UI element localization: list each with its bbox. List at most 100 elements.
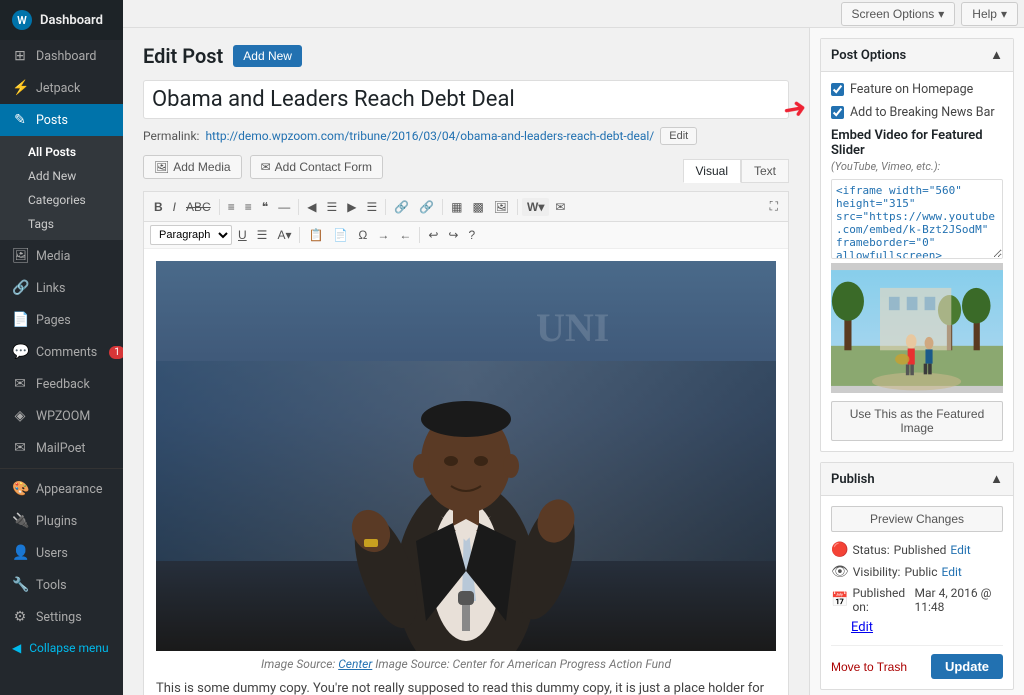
published-edit-link[interactable]: Edit (851, 620, 873, 635)
tb-wordpress[interactable]: W▾ (522, 198, 549, 216)
tb-hr[interactable]: — (274, 197, 294, 217)
tb-blockquote[interactable]: ❝ (258, 197, 272, 217)
help-button[interactable]: Help ▾ (961, 2, 1018, 26)
editor-wrapper: B I ABC ≡ ≡ ❝ — ◀ ☰ ▶ ☰ 🔗 🔗 (143, 191, 789, 695)
sidebar-item-pages[interactable]: 📄 Pages (0, 304, 123, 336)
tb-help-toolbar[interactable]: ? (464, 225, 479, 245)
sidebar-item-dashboard[interactable]: ⊞ Dashboard (0, 40, 123, 72)
page-title: Edit Post (143, 44, 223, 68)
sidebar-item-users[interactable]: 👤 Users (0, 537, 123, 569)
tb-align-left[interactable]: ◀ (303, 197, 320, 217)
sidebar-item-comments[interactable]: 💬 Comments 1 (0, 336, 123, 368)
tab-text[interactable]: Text (741, 159, 789, 183)
breaking-news-checkbox[interactable] (831, 106, 844, 119)
embed-textarea[interactable]: <iframe width="560" height="315" src="ht… (831, 179, 1003, 259)
permalink-edit-button[interactable]: Edit (660, 127, 697, 145)
visibility-edit-link[interactable]: Edit (942, 565, 962, 579)
tab-visual[interactable]: Visual (683, 159, 741, 183)
tb-align-center[interactable]: ☰ (322, 197, 341, 217)
editor-image-container: UNI (156, 261, 776, 671)
paragraph-select[interactable]: Paragraph (150, 225, 232, 245)
users-icon: 👤 (12, 545, 28, 561)
tb-ol[interactable]: ≡ (241, 197, 256, 217)
sidebar-item-label: Pages (36, 313, 71, 328)
tb-redo[interactable]: ↪ (444, 225, 462, 245)
tb-underline[interactable]: U (234, 225, 251, 245)
tb-align-right[interactable]: ▶ (343, 197, 360, 217)
breaking-news-row[interactable]: Add to Breaking News Bar (831, 105, 1003, 120)
posts-icon: ✎ (12, 112, 28, 128)
tb-undo[interactable]: ↩ (424, 225, 442, 245)
tb-paste-text[interactable]: 📄 (329, 225, 352, 245)
permalink-url[interactable]: http://demo.wpzoom.com/tribune/2016/03/0… (205, 129, 654, 143)
image-caption-text: Image Source: Center for American Progre… (375, 657, 671, 671)
tb-indent[interactable]: ☰ (253, 225, 272, 245)
plugins-icon: 🔌 (12, 513, 28, 529)
tb-paste[interactable]: 📋 (304, 225, 327, 245)
status-label: Status: (852, 543, 889, 557)
visibility-value: Public (904, 565, 937, 579)
add-new-button[interactable]: Add New (233, 45, 302, 67)
sidebar-item-label: Posts (36, 113, 68, 128)
add-contact-form-button[interactable]: ✉ Add Contact Form (250, 155, 383, 179)
tb-indent-left[interactable]: ← (395, 225, 415, 245)
collapse-menu[interactable]: ◀ Collapse menu (0, 633, 123, 663)
sidebar-sub-tags[interactable]: Tags (0, 212, 123, 236)
tb-table[interactable]: ▦ (447, 197, 466, 217)
obama-image: UNI (156, 261, 776, 651)
editor-toolbar: B I ABC ≡ ≡ ❝ — ◀ ☰ ▶ ☰ 🔗 🔗 (144, 192, 788, 222)
tb-table2[interactable]: ▩ (468, 197, 487, 217)
sidebar-item-settings[interactable]: ⚙ Settings (0, 601, 123, 633)
tb-strikethrough[interactable]: ABC (182, 197, 215, 217)
status-edit-link[interactable]: Edit (950, 543, 970, 557)
tb-unlink[interactable]: 🔗 (415, 197, 438, 217)
sidebar-sub-all-posts[interactable]: All Posts (0, 140, 123, 164)
move-to-trash-button[interactable]: Move to Trash (831, 660, 907, 674)
sidebar-item-mailpoet[interactable]: ✉ MailPoet (0, 432, 123, 464)
calendar-icon: 📅 (831, 592, 848, 608)
sidebar-item-media[interactable]: 🖼 Media (0, 240, 123, 272)
add-media-icon: 🖼 (154, 160, 169, 174)
post-options-body: Feature on Homepage Add to Breaking News… (821, 72, 1013, 451)
preview-changes-button[interactable]: Preview Changes (831, 506, 1003, 532)
image-caption-link[interactable]: Center (338, 657, 372, 671)
tb-fullscreen[interactable]: ⛶ (766, 196, 782, 217)
tb-image[interactable]: 🖼 (490, 197, 513, 217)
sidebar-item-links[interactable]: 🔗 Links (0, 272, 123, 304)
sidebar-item-posts[interactable]: ✎ Posts (0, 104, 123, 136)
feature-homepage-checkbox[interactable] (831, 83, 844, 96)
sidebar-item-feedback[interactable]: ✉ Feedback (0, 368, 123, 400)
sidebar-item-label: Dashboard (36, 49, 96, 64)
use-featured-button[interactable]: Use This as the Featured Image (831, 401, 1003, 441)
sidebar-item-appearance[interactable]: 🎨 Appearance (0, 473, 123, 505)
tb-align-justify[interactable]: ☰ (362, 197, 381, 217)
tb-bold[interactable]: B (150, 197, 167, 217)
sidebar-item-plugins[interactable]: 🔌 Plugins (0, 505, 123, 537)
main-area: Screen Options ▾ Help ▾ Edit Post Add Ne… (123, 0, 1024, 695)
post-title-input[interactable] (143, 80, 789, 119)
tb-link[interactable]: 🔗 (390, 197, 413, 217)
update-button[interactable]: Update (931, 654, 1003, 679)
embed-title: Embed Video for Featured Slider (831, 128, 1003, 158)
screen-options-button[interactable]: Screen Options ▾ (841, 2, 956, 26)
sidebar-item-label: Links (36, 281, 65, 296)
feature-homepage-row[interactable]: Feature on Homepage (831, 82, 1003, 97)
sidebar-item-jetpack[interactable]: ⚡ Jetpack (0, 72, 123, 104)
sidebar-sub-add-new[interactable]: Add New (0, 164, 123, 188)
mailpoet-icon: ✉ (12, 440, 28, 456)
tb-ul[interactable]: ≡ (224, 197, 239, 217)
jetpack-icon: ⚡ (12, 80, 28, 96)
tb-special[interactable]: Ω (354, 225, 371, 245)
sidebar-sub-categories[interactable]: Categories (0, 188, 123, 212)
tb-font-color[interactable]: A▾ (273, 225, 295, 245)
publish-header[interactable]: Publish ▲ (821, 463, 1013, 496)
image-caption: Image Source: Center Image Source: Cente… (156, 657, 776, 671)
tb-indent-right[interactable]: → (373, 225, 393, 245)
add-media-button[interactable]: 🖼 Add Media (143, 155, 242, 179)
post-options-header[interactable]: Post Options ▲ (821, 39, 1013, 72)
sidebar-logo[interactable]: W Dashboard (0, 0, 123, 40)
sidebar-item-wpzoom[interactable]: ◈ WPZOOM (0, 400, 123, 432)
tb-email[interactable]: ✉ (551, 197, 569, 217)
tb-italic[interactable]: I (169, 197, 180, 217)
sidebar-item-tools[interactable]: 🔧 Tools (0, 569, 123, 601)
